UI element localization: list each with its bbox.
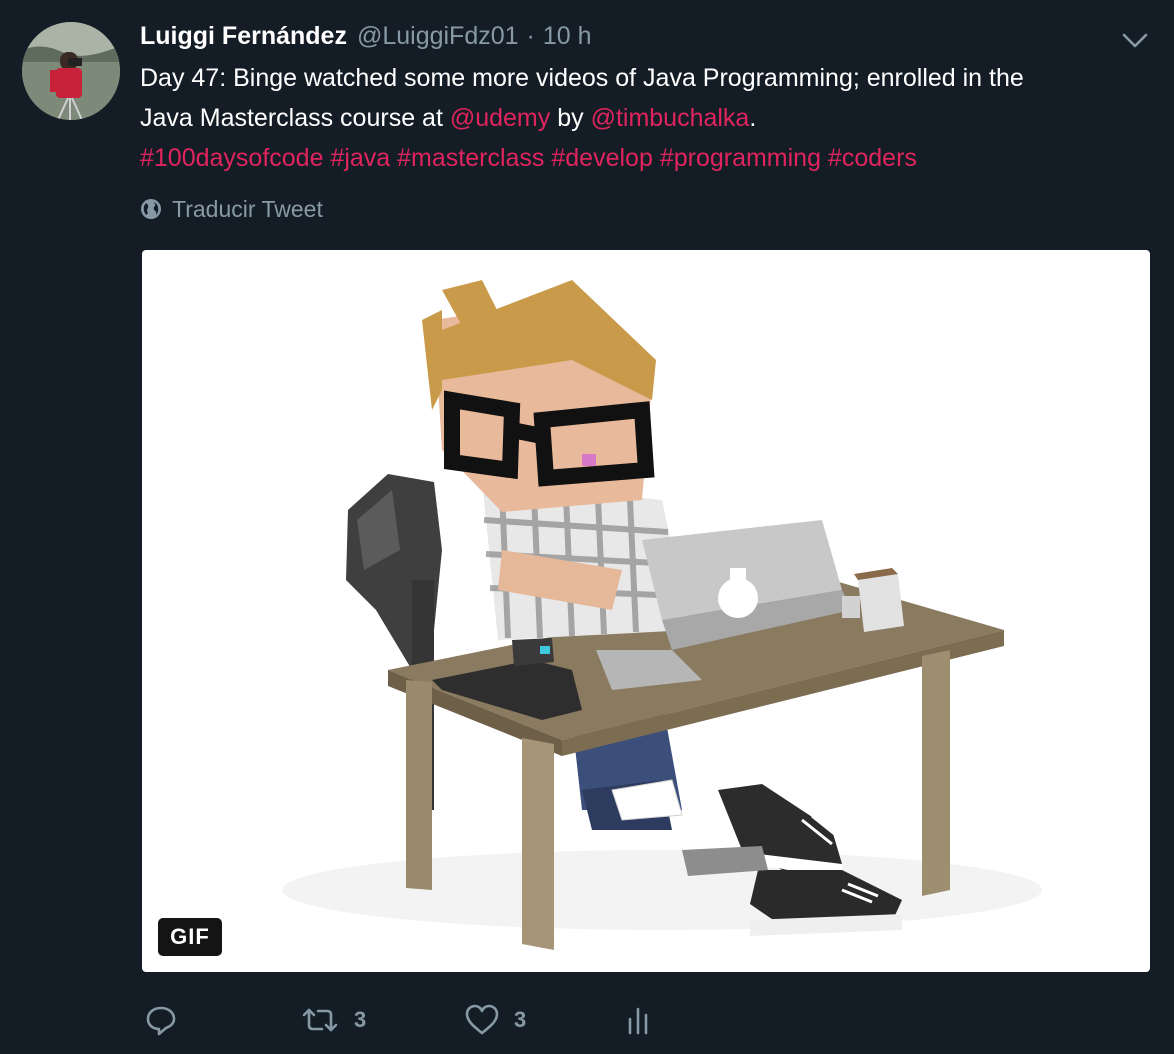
tweet-text-line-1: Day 47: Binge watched some more videos o… — [140, 64, 1024, 92]
heart-icon — [465, 1004, 499, 1035]
gif-badge: GIF — [158, 918, 222, 956]
separator-dot: · — [526, 22, 535, 50]
mention-udemy-link[interactable]: @udemy — [450, 104, 550, 132]
avatar-photo — [22, 22, 120, 120]
tweet-text-segment: . — [749, 104, 757, 132]
retweet-button[interactable]: 3 — [300, 998, 366, 1042]
caret-down-icon[interactable] — [1118, 28, 1152, 52]
analytics-icon — [628, 1007, 648, 1035]
hashtag-link[interactable]: #masterclass — [397, 144, 544, 172]
avatar[interactable] — [22, 22, 120, 120]
translate-label: Traducir Tweet — [172, 195, 323, 222]
hashtags-line: #100daysofcode #java #masterclass #devel… — [140, 138, 1150, 178]
analytics-button[interactable] — [626, 998, 650, 1042]
globe-icon — [141, 199, 161, 219]
tweet-timestamp[interactable]: 10 h — [543, 22, 592, 51]
gif-media[interactable]: GIF — [142, 250, 1150, 972]
hashtag-link[interactable]: #java — [330, 144, 390, 172]
like-count: 3 — [514, 1007, 527, 1032]
tweet: Luiggi Fernández @LuiggiFdz01 · 10 h Day… — [0, 0, 1174, 1054]
retweet-count: 3 — [354, 1007, 367, 1032]
hashtag-link[interactable]: #coders — [828, 144, 917, 172]
reply-icon — [146, 1006, 176, 1036]
like-button[interactable]: 3 — [464, 998, 526, 1042]
hashtag-link[interactable]: #programming — [660, 144, 821, 172]
author-handle[interactable]: @LuiggiFdz01 — [357, 22, 519, 51]
retweet-icon — [302, 1008, 338, 1032]
hashtag-link[interactable]: #100daysofcode — [140, 144, 323, 172]
tweet-header: Luiggi Fernández @LuiggiFdz01 · 10 h — [140, 22, 592, 54]
tweet-text-line-2: Java Masterclass course at @udemy by @ti… — [140, 98, 1150, 138]
tweet-text: Day 47: Binge watched some more videos o… — [140, 58, 1150, 178]
gif-illustration — [282, 280, 1042, 950]
reply-button[interactable] — [144, 998, 192, 1042]
tweet-text-segment: by — [550, 104, 591, 132]
author-name[interactable]: Luiggi Fernández — [140, 22, 347, 51]
mention-timbuchalka-link[interactable]: @timbuchalka — [591, 104, 750, 132]
translate-tweet-link[interactable]: Traducir Tweet — [140, 192, 323, 226]
tweet-actions: 3 3 — [140, 998, 700, 1042]
tweet-text-segment: Java Masterclass course at — [140, 104, 450, 132]
hashtag-link[interactable]: #develop — [551, 144, 652, 172]
